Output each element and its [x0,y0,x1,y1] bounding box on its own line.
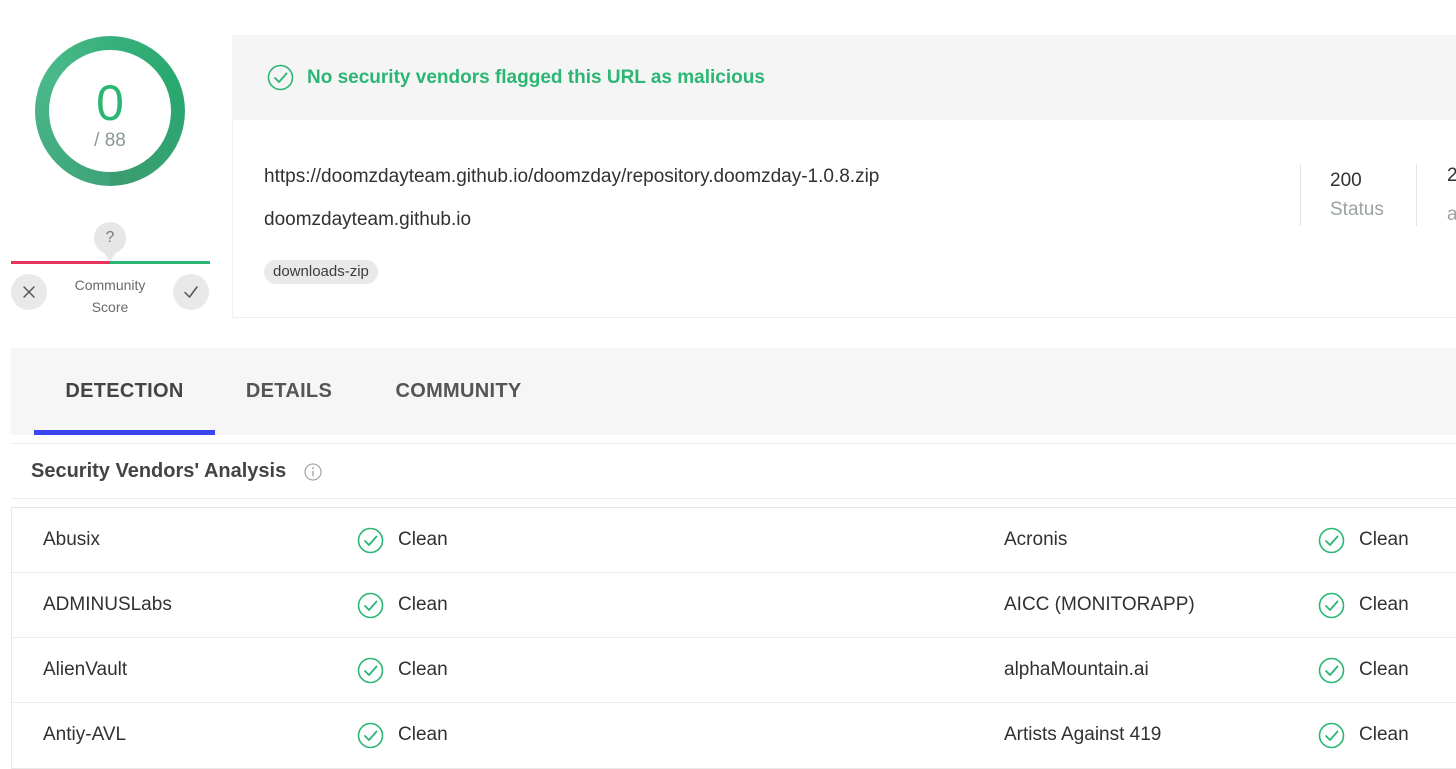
tag-badge[interactable]: downloads-zip [264,260,378,284]
community-malicious-bar [11,261,110,264]
check-circle-icon [267,64,294,91]
vendor-result: Clean [357,573,448,637]
check-circle-icon [357,527,384,553]
check-circle-icon [1318,592,1345,618]
truncated-stat-value: 2 [1447,165,1456,186]
table-row: Abusix Clean Acronis Clean [12,508,1456,573]
check-circle-icon [357,722,384,748]
section-title: Security Vendors' Analysis [31,459,287,482]
vendor-name: Abusix [43,529,101,550]
detection-score-ring: 0 / 88 [35,36,185,186]
url-host[interactable]: doomzdayteam.github.io [264,209,471,231]
detection-count: 0 [96,75,124,131]
upvote-button[interactable] [173,274,209,310]
check-circle-icon [357,657,384,683]
info-circle-icon[interactable] [304,463,322,481]
vendor-result: Clean [357,508,448,572]
divider [1300,164,1301,226]
vendor-result: Clean [357,703,448,767]
check-circle-icon [1318,657,1345,683]
verdict-banner: No security vendors flagged this URL as … [232,35,1456,120]
section-header: Security Vendors' Analysis [11,443,1456,499]
vendor-result: Clean [1318,508,1409,572]
active-tab-indicator [34,430,215,435]
verdict-message: No security vendors flagged this URL as … [307,66,765,88]
community-harmless-bar [110,261,210,264]
check-circle-icon [1318,722,1345,748]
vendor-result: Clean [1318,703,1409,767]
truncated-stat-label: a [1447,204,1456,225]
status-code: 200 [1330,170,1362,191]
vendor-result: Clean [1318,638,1409,702]
vendor-name: Antiy-AVL [43,724,127,745]
vendor-result: Clean [1318,573,1409,637]
close-icon [23,286,35,298]
community-score: ? Community Score [11,222,210,318]
vendor-name: AlienVault [43,659,128,680]
detection-score: 0 / 88 [49,50,171,172]
tab-details[interactable]: DETAILS [227,348,351,435]
check-circle-icon [1318,527,1345,553]
table-row: Antiy-AVL Clean Artists Against 419 Clea… [12,703,1456,768]
tab-community[interactable]: COMMUNITY [376,348,541,435]
downvote-button[interactable] [11,274,47,310]
tab-detection[interactable]: DETECTION [34,348,215,435]
check-circle-icon [357,592,384,618]
url-info-panel: https://doomzdayteam.github.io/doomzday/… [232,120,1456,318]
table-row: ADMINUSLabs Clean AICC (MONITORAPP) Clea… [12,573,1456,638]
divider [1416,164,1417,226]
vendor-name: AICC (MONITORAPP) [1004,594,1195,615]
status-label: Status [1330,199,1384,220]
scanned-url[interactable]: https://doomzdayteam.github.io/doomzday/… [264,166,879,188]
vendor-name: Artists Against 419 [1004,724,1162,745]
vendor-total: / 88 [94,130,126,151]
vendor-name: alphaMountain.ai [1004,659,1149,680]
check-icon [184,286,198,298]
vendor-name: ADMINUSLabs [43,594,172,615]
vendor-name: Acronis [1004,529,1068,550]
table-row: AlienVault Clean alphaMountain.ai Clean [12,638,1456,703]
community-score-label: Community Score [74,277,146,315]
vendor-result: Clean [357,638,448,702]
vendor-table: Abusix Clean Acronis Clean ADMINUSLabs C… [11,507,1456,769]
tab-bar: DETECTION DETAILS COMMUNITY [11,348,1456,435]
community-score-bubble: ? [94,222,126,261]
